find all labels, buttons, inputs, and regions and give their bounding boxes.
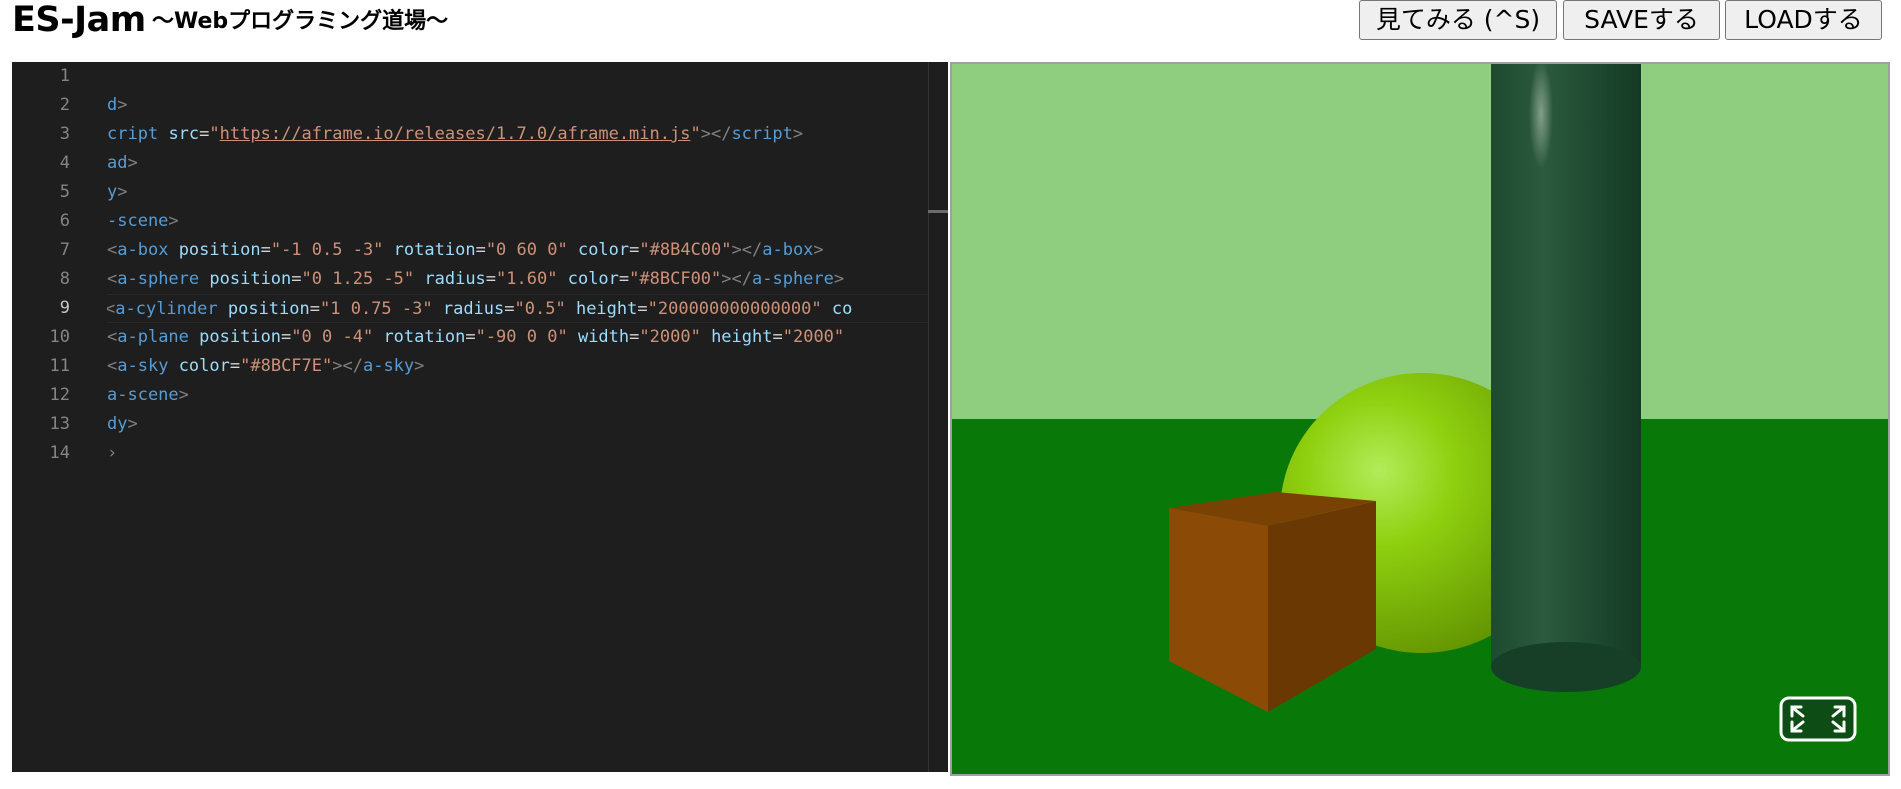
line-number: 2 bbox=[59, 95, 70, 115]
code-line: ad> bbox=[107, 153, 138, 173]
line-number: 8 bbox=[59, 269, 70, 289]
code-line: <a-sphere position="0 1.25 -5" radius="1… bbox=[107, 269, 845, 289]
code-line: d> bbox=[107, 95, 128, 115]
sky bbox=[952, 64, 1888, 420]
save-button[interactable]: SAVEする bbox=[1563, 0, 1720, 40]
line-number: 10 bbox=[49, 327, 70, 347]
editor-vertical-scrollbar[interactable] bbox=[928, 62, 948, 772]
code-line: › bbox=[107, 443, 118, 463]
fullscreen-expand-icon bbox=[1779, 696, 1857, 742]
scrollbar-position-marker[interactable] bbox=[928, 210, 948, 213]
code-line: -scene> bbox=[107, 211, 179, 231]
line-number: 11 bbox=[49, 356, 70, 376]
fullscreen-button[interactable] bbox=[1779, 696, 1857, 742]
line-number: 6 bbox=[59, 211, 70, 231]
line-number: 3 bbox=[59, 124, 70, 144]
line-number: 5 bbox=[59, 182, 70, 202]
code-editor[interactable]: 1 2 3 4 5 6 7 8 9 10 11 12 13 14 d> crip… bbox=[12, 62, 948, 772]
code-line: a-scene> bbox=[107, 385, 189, 405]
code-line: <a-sky color="#8BCF7E"></a-sky> bbox=[107, 356, 425, 376]
cylinder bbox=[1491, 64, 1641, 692]
code-line: cript src="https://aframe.io/releases/1.… bbox=[107, 124, 804, 144]
line-number-gutter: 1 2 3 4 5 6 7 8 9 10 11 12 13 14 bbox=[12, 62, 107, 772]
preview-button[interactable]: 見てみる (^S) bbox=[1359, 0, 1557, 40]
code-line: dy> bbox=[107, 414, 138, 434]
code-text-area[interactable]: d> cript src="https://aframe.io/releases… bbox=[107, 62, 928, 772]
code-line: <a-plane position="0 0 -4" rotation="-90… bbox=[107, 327, 845, 347]
line-number-active: 9 bbox=[59, 298, 70, 318]
line-number: 13 bbox=[49, 414, 70, 434]
code-line: <a-box position="-1 0.5 -3" rotation="0 … bbox=[107, 240, 824, 260]
app-title: ES-Jam bbox=[12, 0, 146, 40]
line-number: 14 bbox=[49, 443, 70, 463]
code-line: y> bbox=[107, 182, 128, 202]
line-number: 4 bbox=[59, 153, 70, 173]
line-number: 12 bbox=[49, 385, 70, 405]
header-bar: ES-Jam 〜Webプログラミング道場〜 見てみる (^S) SAVEする L… bbox=[0, 0, 1901, 60]
line-number: 7 bbox=[59, 240, 70, 260]
line-number: 1 bbox=[59, 66, 70, 86]
load-button[interactable]: LOADする bbox=[1725, 0, 1882, 40]
code-line-active: <a-cylinder position="1 0.75 -3" radius=… bbox=[107, 294, 928, 323]
rendered-3d-scene bbox=[952, 64, 1888, 774]
app-subtitle: 〜Webプログラミング道場〜 bbox=[152, 9, 449, 34]
scene-preview[interactable] bbox=[950, 62, 1890, 776]
